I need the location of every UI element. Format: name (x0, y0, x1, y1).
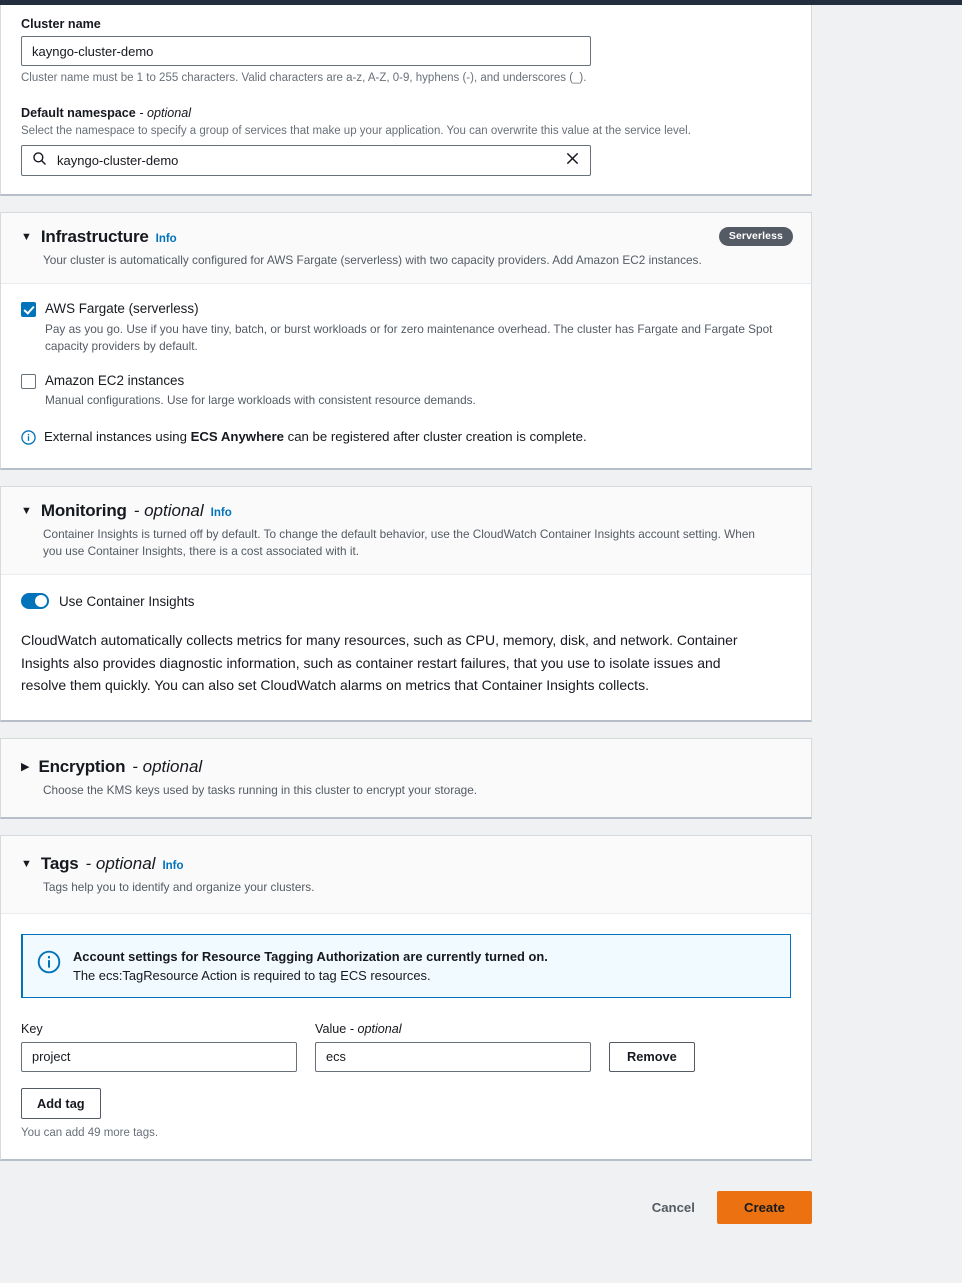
toggle-knob (35, 595, 47, 608)
infrastructure-title: Infrastructure (40, 227, 149, 246)
container-insights-paragraph: CloudWatch automatically collects metric… (21, 632, 738, 693)
info-circle-icon (37, 950, 61, 979)
note-ecs-anywhere: ECS Anywhere (190, 429, 284, 444)
note-suffix: can be registered after cluster creation… (283, 429, 587, 444)
tag-value-optional-tag: - optional (349, 1021, 402, 1036)
infrastructure-description: Your cluster is automatically configured… (43, 253, 702, 267)
note-prefix: External instances using (44, 429, 191, 444)
default-namespace-label: Default namespace - optional (21, 106, 192, 120)
cluster-name-hint: Cluster name must be 1 to 255 characters… (21, 72, 587, 84)
cluster-name-value: kayngo-cluster-demo (32, 43, 154, 59)
encryption-header: ▶ Encryption - optional Choose the KMS k… (1, 739, 811, 818)
tag-key-input[interactable]: project (21, 1041, 297, 1072)
infrastructure-body: AWS Fargate (serverless) Pay as you go. … (1, 284, 811, 468)
encryption-title-row[interactable]: ▶ Encryption - optional (21, 757, 791, 777)
add-tag-button[interactable]: Add tag (21, 1087, 101, 1119)
alert-body: The ecs:TagResource Action is required t… (73, 967, 431, 983)
monitoring-description: Container Insights is turned off by defa… (43, 527, 755, 559)
container-insights-toggle-row[interactable]: Use Container Insights (21, 593, 791, 610)
tag-value-label: Value - optional (315, 1021, 402, 1036)
infrastructure-info-link[interactable]: Info (156, 233, 177, 245)
tags-title-row[interactable]: ▼ Tags - optional Info (21, 854, 791, 874)
ec2-option-row[interactable]: Amazon EC2 instances (21, 372, 791, 389)
encryption-description: Choose the KMS keys used by tasks runnin… (43, 783, 478, 798)
alert-content: Account settings for Resource Tagging Au… (73, 949, 548, 983)
monitoring-title: Monitoring (40, 501, 127, 520)
tags-optional-tag: - optional (85, 854, 156, 874)
tags-card: ▼ Tags - optional Info Tags help you to … (0, 835, 812, 1161)
chevron-down-icon[interactable]: ▼ (21, 232, 32, 243)
infrastructure-header: ▼ Infrastructure Info Serverless Your cl… (1, 213, 811, 285)
ecs-anywhere-note-text: External instances using ECS Anywhere ca… (44, 428, 587, 446)
monitoring-title-row[interactable]: ▼ Monitoring - optional Info (21, 501, 791, 521)
monitoring-info-link[interactable]: Info (211, 507, 232, 519)
cluster-create-form: Cluster name kayngo-cluster-demo Cluster… (0, 5, 812, 1224)
tag-key-value: project (32, 1049, 71, 1065)
namespace-optional-tag: - optional (139, 106, 192, 120)
create-button[interactable]: Create (716, 1190, 812, 1224)
cluster-configuration-body: Cluster name kayngo-cluster-demo Cluster… (1, 5, 811, 194)
infrastructure-title-row[interactable]: ▼ Infrastructure Info (21, 227, 791, 247)
search-icon (32, 151, 47, 171)
more-tags-hint: You can add 49 more tags. (21, 1126, 159, 1139)
infrastructure-card: ▼ Infrastructure Info Serverless Your cl… (0, 212, 812, 470)
cluster-configuration-card: Cluster name kayngo-cluster-demo Cluster… (0, 5, 812, 196)
tag-value-column: Value - optional ecs (315, 1022, 591, 1072)
container-insights-toggle-label: Use Container Insights (59, 593, 195, 609)
form-footer: Cancel Create (0, 1177, 812, 1224)
cancel-button[interactable]: Cancel (648, 1194, 699, 1221)
encryption-card: ▶ Encryption - optional Choose the KMS k… (0, 738, 812, 820)
cluster-name-input[interactable]: kayngo-cluster-demo (21, 36, 591, 66)
fargate-checkbox[interactable] (21, 302, 36, 318)
ec2-description: Manual configurations. Use for large wor… (45, 393, 476, 408)
tag-value-input[interactable]: ecs (315, 1041, 591, 1072)
ecs-anywhere-note: External instances using ECS Anywhere ca… (21, 428, 791, 450)
container-insights-toggle[interactable] (21, 593, 49, 610)
fargate-label: AWS Fargate (serverless) (45, 301, 199, 317)
tag-key-column: Key project (21, 1022, 297, 1072)
close-icon[interactable] (565, 151, 580, 171)
default-namespace-select[interactable]: kayngo-cluster-demo (21, 145, 591, 176)
tags-info-link[interactable]: Info (162, 860, 183, 872)
encryption-optional-tag: - optional (132, 757, 203, 777)
default-namespace-value: kayngo-cluster-demo (57, 153, 179, 168)
tag-row: Key project Value - optional ecs Remove (21, 1022, 791, 1072)
tag-value-value: ecs (326, 1049, 346, 1065)
ec2-label: Amazon EC2 instances (45, 372, 185, 388)
tags-title: Tags (40, 854, 79, 874)
monitoring-card: ▼ Monitoring - optional Info Container I… (0, 486, 812, 723)
alert-title: Account settings for Resource Tagging Au… (73, 948, 548, 964)
encryption-title: Encryption (38, 757, 126, 777)
fargate-description: Pay as you go. Use if you have tiny, bat… (45, 321, 773, 354)
serverless-badge: Serverless (718, 227, 793, 246)
chevron-right-icon[interactable]: ▶ (21, 762, 29, 773)
tags-header: ▼ Tags - optional Info Tags help you to … (1, 836, 811, 914)
tag-key-label: Key (21, 1021, 43, 1036)
chevron-down-icon[interactable]: ▼ (21, 859, 32, 870)
tags-body: Account settings for Resource Tagging Au… (1, 913, 811, 1159)
monitoring-body: Use Container Insights CloudWatch automa… (1, 575, 811, 721)
chevron-down-icon[interactable]: ▼ (21, 506, 32, 517)
tagging-authorization-alert: Account settings for Resource Tagging Au… (21, 933, 791, 998)
monitoring-header: ▼ Monitoring - optional Info Container I… (1, 487, 811, 576)
info-circle-icon (21, 430, 36, 450)
default-namespace-description: Select the namespace to specify a group … (21, 125, 691, 137)
remove-tag-button[interactable]: Remove (609, 1041, 695, 1072)
tags-description: Tags help you to identify and organize y… (43, 880, 315, 895)
cluster-name-label: Cluster name (21, 17, 101, 31)
monitoring-optional-tag: - optional (133, 501, 204, 520)
ec2-checkbox[interactable] (21, 373, 36, 389)
fargate-option-row[interactable]: AWS Fargate (serverless) (21, 300, 791, 318)
